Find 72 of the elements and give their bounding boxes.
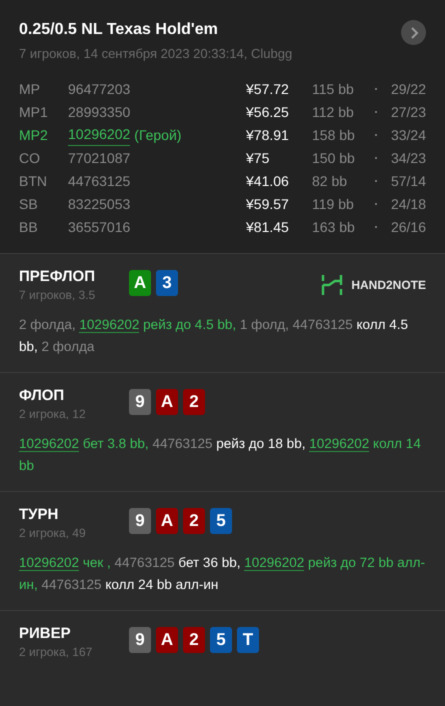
stack-amount: ¥78.91 [246, 126, 290, 144]
position-label: BB [19, 218, 39, 236]
stack-amount: ¥59.57 [246, 194, 290, 214]
position-label: BTN [19, 172, 48, 190]
stack-bb: 163 bb [312, 218, 356, 236]
playing-card: A [156, 388, 178, 414]
playing-card: 3 [156, 270, 178, 296]
player-id: 77021087 [68, 148, 130, 168]
position-label: CO [19, 148, 41, 168]
stack-bb: 119 bb [312, 194, 355, 214]
playing-card: A [156, 508, 178, 534]
player-id: 83225053 [68, 194, 130, 214]
stack-bb: 158 bb [312, 126, 356, 144]
player-id: 36557016 [68, 218, 130, 236]
hero-label: (Герой) [134, 126, 182, 145]
stack-amount: ¥56.25 [246, 102, 290, 122]
player-stats: 26/16 [390, 218, 426, 236]
player-stats: 57/14 [390, 172, 426, 190]
playing-card: 2 [183, 508, 205, 534]
game-subtitle: 7 игроков, 14 сентября 2023 20:33:14, Clubgg [19, 45, 292, 63]
position-label: SB [19, 194, 39, 214]
player-stats: 27/23 [390, 102, 426, 122]
position-label: MP2 [19, 126, 49, 144]
player-stats: 33/24 [390, 126, 426, 144]
street-title: ФЛОП [19, 386, 66, 404]
chevron-right-icon [408, 26, 418, 38]
street-info: 7 игроков, 3.5 [19, 286, 96, 304]
stack-amount: ¥81.45 [246, 218, 290, 236]
player-link[interactable]: 10296202 [244, 554, 304, 570]
player-id: 44763125 [68, 172, 130, 190]
playing-card: 2 [183, 388, 205, 414]
playing-card: A [156, 626, 178, 652]
playing-card: 9 [129, 626, 151, 652]
next-button[interactable] [401, 20, 426, 45]
playing-card: 9 [129, 508, 151, 534]
player-link[interactable]: 10296202 [68, 124, 130, 146]
player-link[interactable]: 10296202 [309, 436, 370, 452]
street-title: РИВЕР [19, 624, 72, 642]
street-title: ПРЕФЛОП [19, 268, 96, 286]
player-link[interactable]: 10296202 [79, 316, 140, 332]
stack-bb: 150 bb [312, 148, 356, 168]
player-id: 96477203 [68, 80, 130, 98]
player-stats: 29/22 [390, 80, 426, 98]
stack-bb: 82 bb [312, 172, 348, 190]
playing-card: 5 [210, 626, 232, 652]
action-text: 10296202 чек , 44763125 бет 36 bb, 10296202 рейз до 72 bb алл-ин, 44763125 колл 24 bb алл-ин [19, 554, 426, 594]
stack-bb: 112 bb [312, 102, 355, 122]
player-link[interactable]: 10296202 [19, 554, 80, 570]
stack-amount: ¥57.72 [246, 80, 290, 98]
game-title: 0.25/0.5 NL Texas Hold'em [19, 20, 219, 40]
playing-card: T [237, 626, 259, 652]
playing-card: 5 [210, 508, 232, 534]
street-info: 2 игрока, 12 [19, 406, 87, 422]
player-stats: 34/23 [390, 148, 426, 168]
logo-icon [321, 274, 344, 296]
position-label: MP [19, 80, 41, 98]
stack-bb: 115 bb [312, 80, 355, 98]
logo-text: HAND2NOTE [351, 276, 426, 294]
street-info: 2 игрока, 49 [19, 524, 87, 542]
street-info: 2 игрока, 167 [19, 644, 94, 660]
stack-amount: ¥75 [246, 148, 270, 168]
stack-amount: ¥41.06 [246, 172, 290, 190]
street-title: ТУРН [19, 506, 60, 524]
playing-card: A [129, 270, 151, 296]
playing-card: 9 [129, 388, 151, 414]
player-id: 28993350 [68, 102, 130, 122]
action-text: 10296202 бет 3.8 bb, 44763125 рейз до 18 bb, 10296202 колл 14 bb [19, 434, 422, 474]
player-link[interactable]: 10296202 [19, 436, 80, 452]
action-text: 2 фолда, 10296202 рейз до 4.5 bb, 1 фолд, 44763125 колл 4.5 bb, 2 фолда [19, 316, 410, 356]
playing-card: 2 [183, 626, 205, 652]
player-stats: 24/18 [390, 194, 426, 214]
position-label: MP1 [19, 102, 49, 122]
